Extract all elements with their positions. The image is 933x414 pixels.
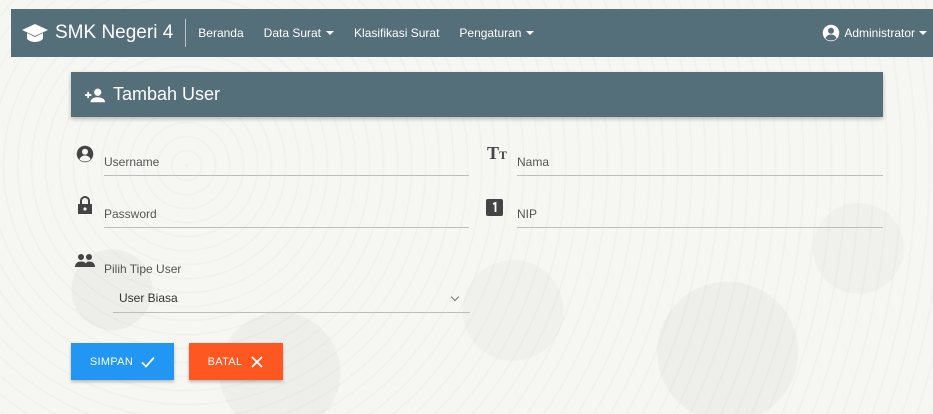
password-field[interactable] — [104, 227, 469, 228]
account-circle-icon — [76, 145, 94, 163]
brand[interactable]: SMK Negeri 4 — [11, 9, 173, 57]
nav-item-label: Beranda — [198, 26, 244, 40]
account-circle-icon — [823, 24, 840, 42]
nav-item-label: Data Surat — [263, 26, 322, 40]
nama-label: Nama — [517, 155, 550, 169]
user-menu[interactable]: Administrator — [822, 24, 933, 42]
brand-name: SMK Negeri 4 — [55, 22, 174, 43]
nav-item-pengaturan[interactable]: Pengaturan — [459, 26, 535, 40]
chevron-down-icon — [450, 292, 460, 302]
top-navbar: SMK Negeri 4 Beranda Data Surat Klasifik… — [11, 9, 933, 57]
looks-one-icon — [486, 199, 503, 216]
page-title: Tambah User — [113, 84, 221, 104]
user-name: Administrator — [844, 26, 915, 40]
lock-icon — [78, 196, 92, 214]
tipe-user-selected-value: User Biasa — [119, 290, 178, 305]
username-field[interactable] — [104, 175, 469, 176]
graduation-cap-icon — [22, 24, 48, 42]
cancel-button-label: BATAL — [207, 355, 243, 368]
save-button[interactable]: SIMPAN — [71, 343, 174, 380]
caret-down-icon — [919, 31, 927, 35]
close-icon — [251, 355, 263, 368]
cancel-button[interactable]: BATAL — [189, 343, 283, 380]
save-button-label: SIMPAN — [89, 355, 134, 368]
tipe-user-select[interactable]: User Biasa — [113, 283, 470, 313]
tipe-user-label: Pilih Tipe User — [104, 262, 182, 276]
nip-label: NIP — [517, 207, 538, 221]
nav-divider — [185, 19, 187, 47]
nip-field[interactable] — [517, 227, 883, 228]
nav-item-label: Pengaturan — [459, 26, 522, 40]
person-add-icon — [85, 88, 105, 102]
nav-item-klasifikasi-surat[interactable]: Klasifikasi Surat — [354, 26, 439, 40]
password-label: Password — [104, 207, 157, 221]
text-fields-icon: TT — [487, 143, 508, 163]
caret-down-icon — [526, 31, 535, 35]
username-label: Username — [104, 155, 160, 169]
nav-item-label: Klasifikasi Surat — [354, 26, 440, 40]
card-header: Tambah User — [71, 72, 883, 117]
nav-item-data-surat[interactable]: Data Surat — [263, 26, 335, 40]
check-icon — [141, 356, 155, 368]
caret-down-icon — [326, 31, 335, 35]
people-icon — [75, 254, 95, 267]
nama-field[interactable] — [517, 175, 883, 176]
nav-item-beranda[interactable]: Beranda — [198, 26, 243, 40]
